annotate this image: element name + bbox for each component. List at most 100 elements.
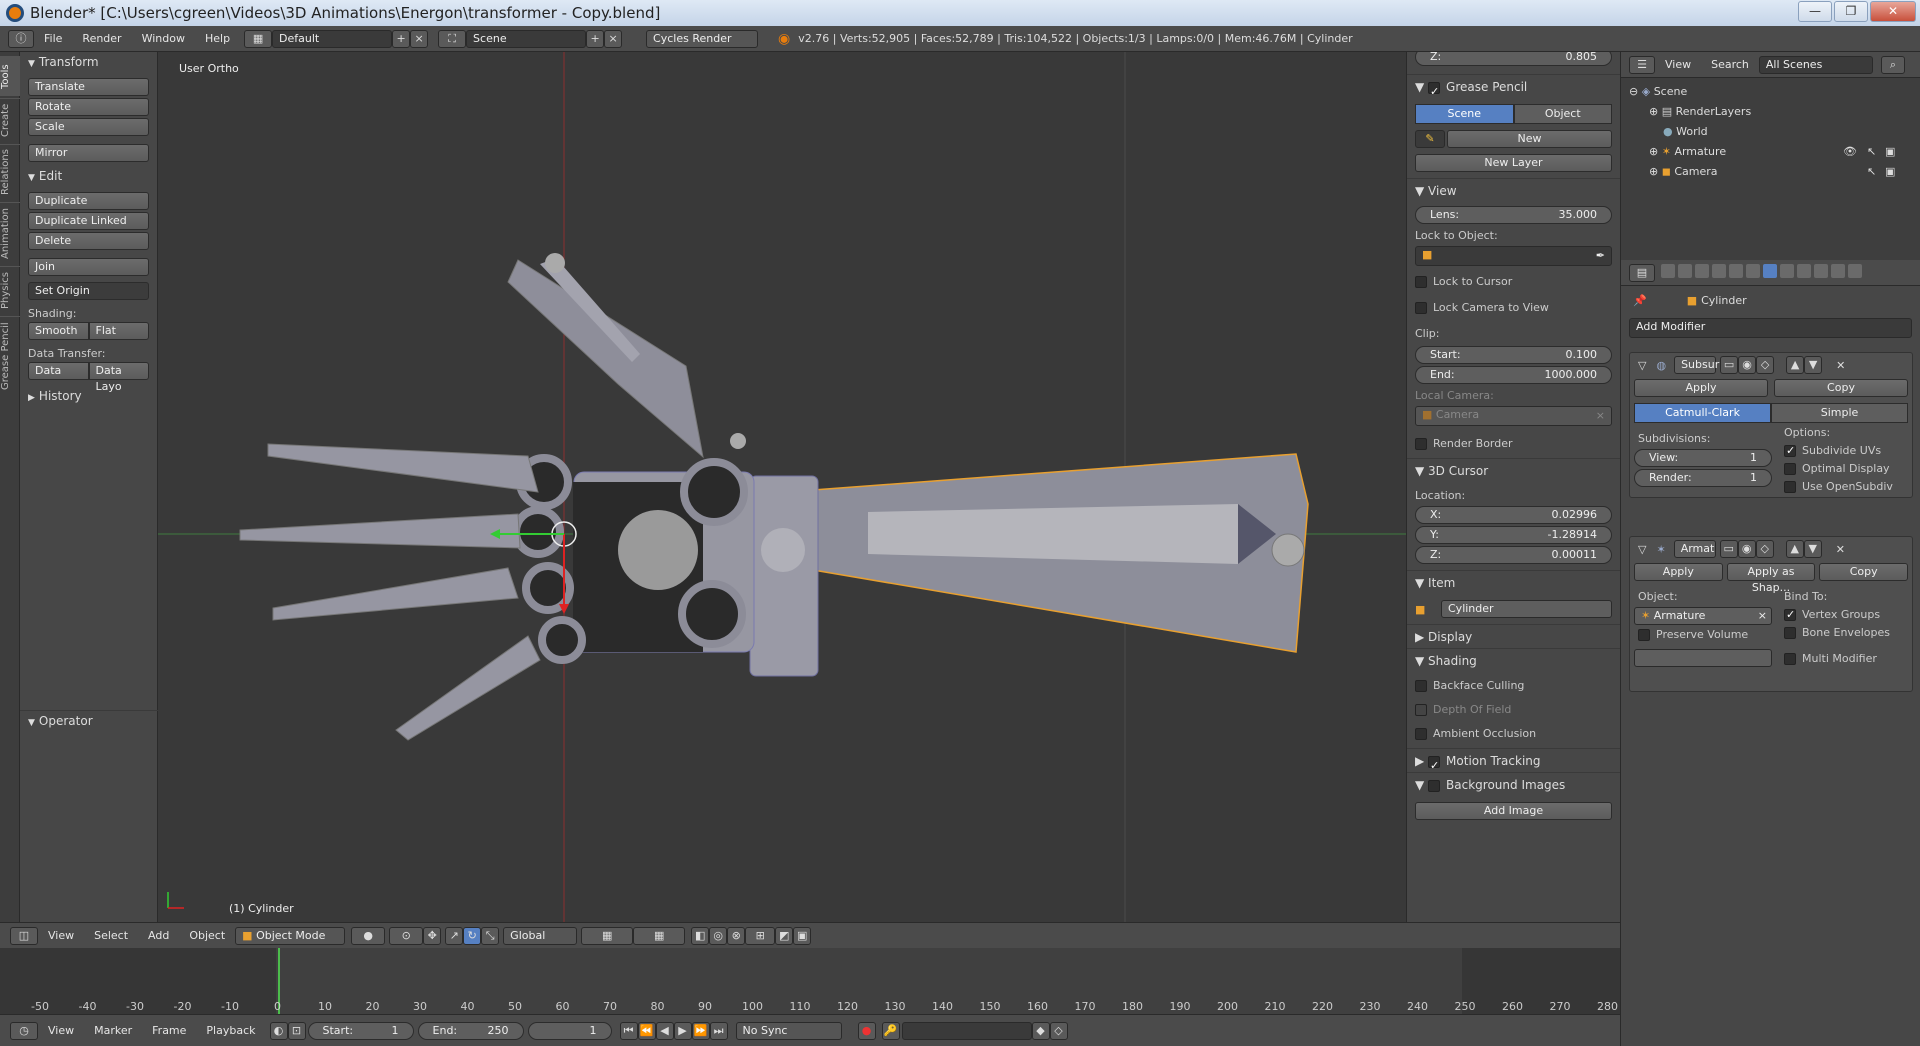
tab-create[interactable]: Create [0,98,20,142]
selectable-cursor-icon[interactable]: ↖ [1867,142,1876,162]
render-border-checkbox[interactable] [1415,438,1427,450]
render-border-row[interactable]: Render Border [1407,436,1620,452]
render-camera-icon[interactable]: ▣ [1885,142,1895,162]
armature-object-field[interactable]: ✶ Armature × [1634,607,1772,625]
current-frame-field[interactable]: 1 [527,1021,612,1040]
transform-orientation-dropdown[interactable]: Global [503,926,578,945]
vertex-group-field[interactable] [1634,649,1772,667]
multi-modifier-row[interactable]: Multi Modifier [1776,651,1912,667]
viewport-add-menu[interactable]: Add [138,929,179,942]
lock-camera-checkbox[interactable] [1415,302,1427,314]
z-rotation-field[interactable]: Z: 0.805 [1415,52,1612,66]
subsurf-copy-button[interactable]: Copy [1774,379,1908,397]
editor-type-3d-icon[interactable]: ◫ [10,926,38,945]
insert-keyframe-icon[interactable]: ◆ [1031,1021,1050,1040]
preview-range-icon[interactable]: ◐ [269,1021,288,1040]
timeline-playback-menu[interactable]: Playback [196,1024,265,1037]
tab-physics[interactable]: Physics [0,266,20,314]
viewport-object-menu[interactable]: Object [179,929,235,942]
backface-culling-checkbox[interactable] [1415,680,1427,692]
join-button[interactable]: Join [28,258,149,276]
tab-tools[interactable]: Tools [0,56,20,96]
scene-layers-grid-icon[interactable]: ▦ [581,926,634,945]
scene-field[interactable]: Scene [466,29,587,48]
material-tab-icon[interactable] [1797,264,1811,278]
object-tab-icon[interactable] [1729,264,1743,278]
scale-manipulator-icon[interactable]: ⤡ [481,926,500,945]
rotate-button[interactable]: Rotate [28,98,149,116]
jump-end-icon[interactable]: ⏭ [709,1021,728,1040]
new-layer-button[interactable]: New Layer [1415,154,1612,172]
lock-to-cursor-checkbox[interactable] [1415,276,1427,288]
render-engine-dropdown[interactable]: Cycles Render [646,29,759,48]
menu-help[interactable]: Help [195,32,240,45]
menu-render[interactable]: Render [72,32,131,45]
editor-type-properties-icon[interactable]: ▤ [1629,263,1655,282]
bone-envelopes-checkbox[interactable] [1784,627,1796,639]
opengl-anim-icon[interactable]: ▣ [793,926,812,945]
opengl-render-icon[interactable]: ◩ [775,926,794,945]
collapse-triangle-icon[interactable]: ▽ [1638,359,1646,372]
selectable-cursor-icon[interactable]: ↖ [1867,162,1876,182]
editor-type-outliner-icon[interactable]: ☰ [1629,55,1655,74]
physics-tab-icon[interactable] [1848,264,1862,278]
scene-layers-grid-icon[interactable]: ▦ [633,926,686,945]
clip-start-field[interactable]: Start: 0.100 [1415,346,1612,364]
add-scene-icon[interactable]: + [586,29,605,48]
remove-modifier-icon[interactable]: ✕ [1836,359,1845,372]
vertex-groups-row[interactable]: Vertex Groups [1776,607,1912,623]
cursor-y-field[interactable]: Y: -1.28914 [1415,526,1612,544]
item-name-field[interactable]: Cylinder [1441,600,1612,618]
translate-manipulator-icon[interactable]: ↗ [445,926,464,945]
jump-start-icon[interactable]: ⏮ [619,1021,638,1040]
use-opensubdiv-checkbox[interactable] [1784,481,1796,493]
data-layout-button[interactable]: Data Layo [88,362,149,393]
new-grease-pencil-button[interactable]: New [1447,130,1612,148]
world-tab-icon[interactable] [1712,264,1726,278]
mirror-button[interactable]: Mirror [28,144,149,162]
viewport-shading-icon[interactable]: ● [351,926,386,945]
start-frame-field[interactable]: Start: 1 [307,1021,414,1040]
modifiers-tab-icon[interactable] [1763,264,1777,278]
subdivide-uvs-row[interactable]: Subdivide UVs [1776,443,1912,459]
timeline-frame-menu[interactable]: Frame [142,1024,196,1037]
apply-as-shape-button[interactable]: Apply as Shap... [1726,563,1816,594]
optimal-display-checkbox[interactable] [1784,463,1796,475]
constraints-tab-icon[interactable] [1746,264,1760,278]
screen-layout-icon[interactable]: ▦ [244,29,273,48]
expand-icon[interactable]: ⊕ [1649,145,1662,158]
lock-layers-icon[interactable]: ◧ [691,926,710,945]
add-modifier-dropdown[interactable]: Add Modifier [1629,318,1912,338]
subdivide-uvs-checkbox[interactable] [1784,443,1796,459]
armature-name-field[interactable]: Armat [1673,540,1716,558]
edit-panel-header[interactable]: ▼ Edit [20,166,157,186]
lock-object-field[interactable]: ■ ✒ [1415,246,1612,266]
timeline-view-menu[interactable]: View [38,1024,84,1037]
move-up-icon[interactable]: ▲ [1785,540,1804,558]
cursor-z-field[interactable]: Z: 0.00011 [1415,546,1612,564]
minimize-button[interactable]: — [1798,1,1832,22]
editor-type-info-icon[interactable]: ⓘ [8,29,34,48]
delete-button[interactable]: Delete [28,232,149,250]
preserve-volume-row[interactable]: Preserve Volume [1630,627,1776,643]
add-layout-icon[interactable]: + [392,29,411,48]
bone-envelopes-row[interactable]: Bone Envelopes [1776,625,1912,641]
armature-copy-button[interactable]: Copy [1819,563,1909,581]
eyedropper-icon[interactable]: ✒ [1596,248,1605,264]
subdiv-render-field[interactable]: Render: 1 [1634,469,1772,487]
tab-relations[interactable]: Relations [0,144,20,200]
edit-mode-icon[interactable]: ◉ [1738,356,1757,374]
remove-layout-icon[interactable]: × [410,29,429,48]
armature-apply-button[interactable]: Apply [1634,563,1723,581]
grease-pencil-header[interactable]: ▼ Grease Pencil [1407,74,1620,104]
scene-tab[interactable]: Scene [1415,104,1514,124]
outliner-item-camera[interactable]: ⊕ ◼ Camera ↖ ▣ [1629,162,1920,182]
render-tab-icon[interactable] [1661,264,1675,278]
snap-icon[interactable]: ⊗ [727,926,746,945]
viewport-select-menu[interactable]: Select [84,929,138,942]
outliner-item-scene[interactable]: ⊖ ◈ Scene [1629,82,1920,102]
next-keyframe-icon[interactable]: ⏩ [691,1021,710,1040]
preserve-volume-checkbox[interactable] [1638,629,1650,641]
view-panel-header[interactable]: ▼ View [1407,178,1620,202]
flat-shading-button[interactable]: Flat [88,322,149,340]
